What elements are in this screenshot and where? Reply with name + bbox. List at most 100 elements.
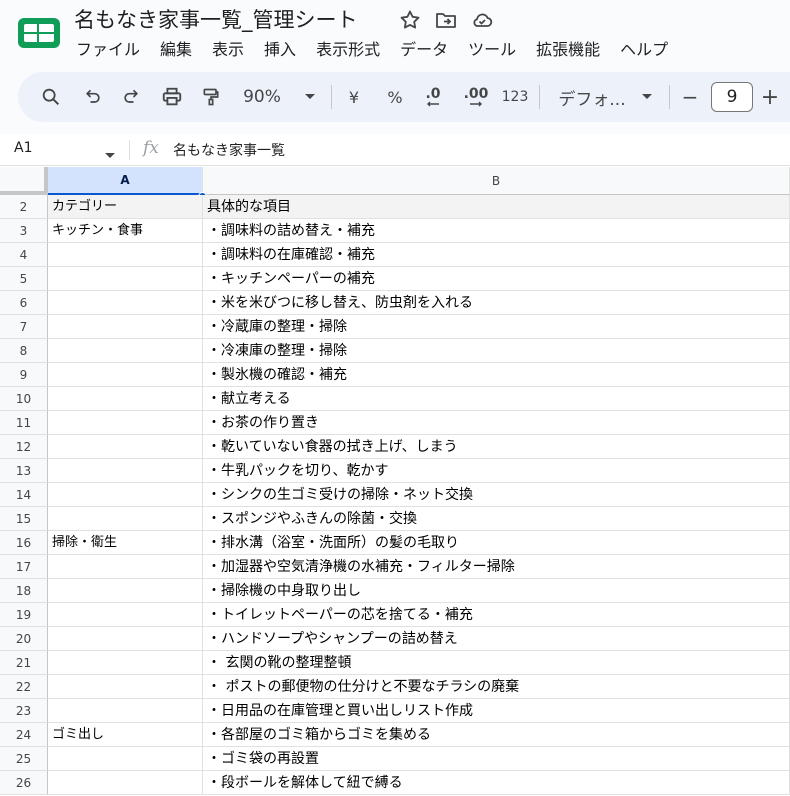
- cell-b[interactable]: ・段ボールを解体して紐で縛る: [203, 771, 790, 795]
- star-icon[interactable]: [398, 8, 422, 32]
- cell-a[interactable]: [48, 651, 203, 675]
- cell-a[interactable]: [48, 675, 203, 699]
- cell-b[interactable]: ・調味料の詰め替え・補充: [203, 219, 790, 243]
- row-header[interactable]: 10: [0, 387, 48, 411]
- cell-a[interactable]: [48, 243, 203, 267]
- name-box[interactable]: A1: [14, 140, 32, 156]
- row-header[interactable]: 8: [0, 339, 48, 363]
- menu-data[interactable]: データ: [390, 38, 458, 62]
- zoom-select[interactable]: 90%: [240, 72, 284, 122]
- cell-b[interactable]: ・米を米びつに移し替え、防虫剤を入れる: [203, 291, 790, 315]
- cell-b[interactable]: ・冷凍庫の整理・掃除: [203, 339, 790, 363]
- row-header[interactable]: 19: [0, 603, 48, 627]
- cell-b[interactable]: ・排水溝（浴室・洗面所）の髪の毛取り: [203, 531, 790, 555]
- cell-a[interactable]: ゴミ出し: [48, 723, 203, 747]
- cell-a[interactable]: [48, 411, 203, 435]
- cell-a[interactable]: [48, 483, 203, 507]
- row-header[interactable]: 2: [0, 195, 48, 219]
- cloud-status-icon[interactable]: [470, 8, 494, 32]
- decrease-decimal-button[interactable]: .0: [421, 72, 445, 122]
- column-header-b[interactable]: B: [203, 167, 790, 195]
- redo-icon[interactable]: [118, 72, 144, 122]
- cell-b[interactable]: ・ 玄関の靴の整理整頓: [203, 651, 790, 675]
- decrease-font-size-button[interactable]: −: [679, 72, 701, 122]
- cell-b[interactable]: ・スポンジやふきんの除菌・交換: [203, 507, 790, 531]
- cell-a[interactable]: [48, 315, 203, 339]
- font-dropdown-chevron-down-icon[interactable]: [638, 72, 656, 122]
- row-header[interactable]: 11: [0, 411, 48, 435]
- cell-b[interactable]: ・加湿器や空気清浄機の水補充・フィルター掃除: [203, 555, 790, 579]
- cell-a[interactable]: [48, 267, 203, 291]
- cell-a[interactable]: [48, 363, 203, 387]
- row-header[interactable]: 5: [0, 267, 48, 291]
- menu-help[interactable]: ヘルプ: [610, 38, 678, 62]
- row-header[interactable]: 21: [0, 651, 48, 675]
- document-title[interactable]: 名もなき家事一覧_管理シート: [74, 4, 358, 34]
- cell-b[interactable]: ・ ポストの郵便物の仕分けと不要なチラシの廃棄: [203, 675, 790, 699]
- increase-font-size-button[interactable]: +: [759, 72, 781, 122]
- row-header[interactable]: 23: [0, 699, 48, 723]
- menu-tools[interactable]: ツール: [458, 38, 526, 62]
- cell-b[interactable]: ・献立考える: [203, 387, 790, 411]
- row-header[interactable]: 22: [0, 675, 48, 699]
- cell-a[interactable]: [48, 387, 203, 411]
- menu-format[interactable]: 表示形式: [306, 38, 390, 62]
- number-format-button[interactable]: 123: [500, 72, 530, 122]
- currency-format-button[interactable]: ¥: [343, 72, 365, 122]
- cell-b[interactable]: ・冷蔵庫の整理・掃除: [203, 315, 790, 339]
- cell-a[interactable]: [48, 291, 203, 315]
- percent-format-button[interactable]: %: [383, 72, 407, 122]
- cell-b[interactable]: ・掃除機の中身取り出し: [203, 579, 790, 603]
- name-box-chevron-down-icon[interactable]: [104, 145, 116, 164]
- print-icon[interactable]: [158, 72, 186, 122]
- cell-b[interactable]: ・各部屋のゴミ箱からゴミを集める: [203, 723, 790, 747]
- cell-a[interactable]: [48, 435, 203, 459]
- cell-b[interactable]: ・ハンドソープやシャンプーの詰め替え: [203, 627, 790, 651]
- row-header[interactable]: 26: [0, 771, 48, 795]
- cell-a[interactable]: キッチン・食事: [48, 219, 203, 243]
- cell-b[interactable]: ・トイレットペーパーの芯を捨てる・補充: [203, 603, 790, 627]
- cell-a[interactable]: [48, 579, 203, 603]
- row-header[interactable]: 6: [0, 291, 48, 315]
- cell-b[interactable]: 具体的な項目: [203, 195, 790, 219]
- cell-a[interactable]: [48, 459, 203, 483]
- cell-b[interactable]: ・ゴミ袋の再設置: [203, 747, 790, 771]
- row-header[interactable]: 16: [0, 531, 48, 555]
- row-header[interactable]: 7: [0, 315, 48, 339]
- cell-b[interactable]: ・牛乳パックを切り、乾かす: [203, 459, 790, 483]
- row-header[interactable]: 14: [0, 483, 48, 507]
- cell-a[interactable]: [48, 627, 203, 651]
- cell-b[interactable]: ・調味料の在庫確認・補充: [203, 243, 790, 267]
- cell-a[interactable]: [48, 603, 203, 627]
- cell-a[interactable]: [48, 339, 203, 363]
- undo-icon[interactable]: [80, 72, 106, 122]
- cell-b[interactable]: ・製氷機の確認・補充: [203, 363, 790, 387]
- row-header[interactable]: 15: [0, 507, 48, 531]
- cell-a[interactable]: [48, 507, 203, 531]
- menu-edit[interactable]: 編集: [150, 38, 202, 62]
- cell-b[interactable]: ・シンクの生ゴミ受けの掃除・ネット交換: [203, 483, 790, 507]
- font-size-input[interactable]: 9: [711, 82, 753, 112]
- cell-a[interactable]: カテゴリー: [48, 195, 203, 219]
- move-folder-icon[interactable]: [434, 8, 458, 32]
- cell-a[interactable]: [48, 747, 203, 771]
- cell-b[interactable]: ・キッチンペーパーの補充: [203, 267, 790, 291]
- cell-b[interactable]: ・日用品の在庫管理と買い出しリスト作成: [203, 699, 790, 723]
- row-header[interactable]: 18: [0, 579, 48, 603]
- column-header-a[interactable]: A: [48, 167, 203, 195]
- row-header[interactable]: 17: [0, 555, 48, 579]
- menu-view[interactable]: 表示: [202, 38, 254, 62]
- menu-insert[interactable]: 挿入: [254, 38, 306, 62]
- row-header[interactable]: 20: [0, 627, 48, 651]
- row-header[interactable]: 25: [0, 747, 48, 771]
- menu-file[interactable]: ファイル: [66, 38, 150, 62]
- paint-format-icon[interactable]: [198, 72, 224, 122]
- formula-input[interactable]: 名もなき家事一覧: [173, 140, 285, 160]
- sheets-logo-icon[interactable]: [18, 18, 60, 48]
- row-header[interactable]: 4: [0, 243, 48, 267]
- row-header[interactable]: 24: [0, 723, 48, 747]
- cell-a[interactable]: [48, 699, 203, 723]
- font-family-select[interactable]: デフォ...: [558, 72, 626, 122]
- row-header[interactable]: 12: [0, 435, 48, 459]
- row-header[interactable]: 9: [0, 363, 48, 387]
